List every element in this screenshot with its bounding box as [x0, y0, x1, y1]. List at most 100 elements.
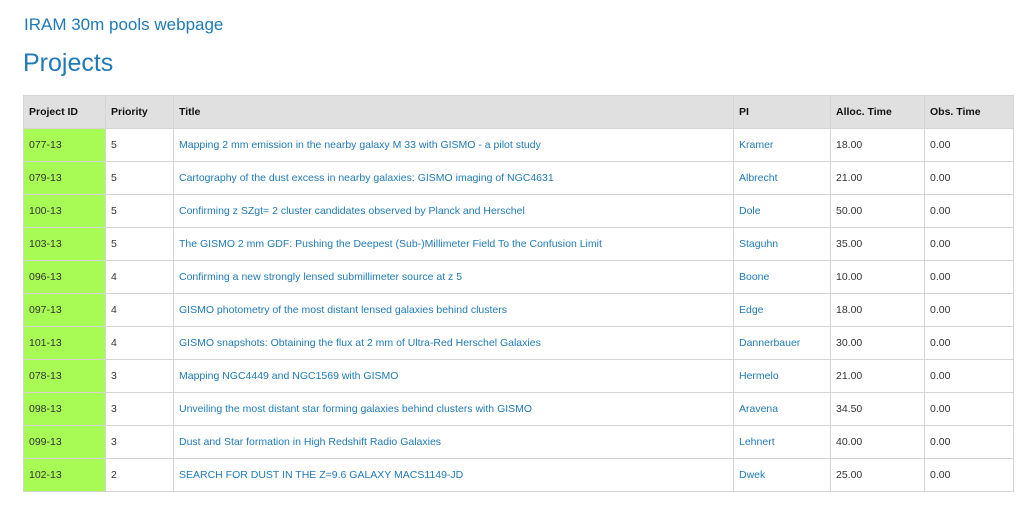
table-row: 097-13 4 GISMO photometry of the most di… — [23, 293, 1014, 327]
pi-cell: Albrecht — [733, 161, 831, 195]
table-row: 077-13 5 Mapping 2 mm emission in the ne… — [23, 128, 1014, 162]
title-cell: The GISMO 2 mm GDF: Pushing the Deepest … — [173, 227, 734, 261]
pi-link[interactable]: Edge — [739, 304, 764, 316]
priority-cell: 5 — [105, 161, 174, 195]
project-id-cell: 101-13 — [23, 326, 106, 360]
pi-link[interactable]: Dannerbauer — [739, 337, 800, 349]
title-cell: GISMO snapshots: Obtaining the flux at 2… — [173, 326, 734, 360]
title-cell: Confirming a new strongly lensed submill… — [173, 260, 734, 294]
priority-cell: 4 — [105, 293, 174, 327]
pi-cell: Dole — [733, 194, 831, 228]
title-cell: Unveiling the most distant star forming … — [173, 392, 734, 426]
project-title-link[interactable]: Unveiling the most distant star forming … — [179, 403, 532, 415]
project-title-link[interactable]: Mapping 2 mm emission in the nearby gala… — [179, 139, 541, 151]
pi-link[interactable]: Aravena — [739, 403, 778, 415]
title-cell: Dust and Star formation in High Redshift… — [173, 425, 734, 459]
alloc-time-cell: 35.00 — [830, 227, 925, 261]
obs-time-cell: 0.00 — [924, 425, 1014, 459]
title-cell: Mapping NGC4449 and NGC1569 with GISMO — [173, 359, 734, 393]
pi-cell: Dannerbauer — [733, 326, 831, 360]
project-title-link[interactable]: Mapping NGC4449 and NGC1569 with GISMO — [179, 370, 398, 382]
priority-cell: 4 — [105, 260, 174, 294]
alloc-time-cell: 30.00 — [830, 326, 925, 360]
alloc-time-cell: 21.00 — [830, 161, 925, 195]
pi-cell: Kramer — [733, 128, 831, 162]
project-title-link[interactable]: SEARCH FOR DUST IN THE Z=9.6 GALAXY MACS… — [179, 469, 463, 481]
alloc-time-cell: 10.00 — [830, 260, 925, 294]
pi-link[interactable]: Boone — [739, 271, 769, 283]
table-row: 101-13 4 GISMO snapshots: Obtaining the … — [23, 326, 1014, 360]
pi-cell: Edge — [733, 293, 831, 327]
column-header-obs-time[interactable]: Obs. Time — [924, 95, 1014, 129]
table-row: 100-13 5 Confirming z SZgt= 2 cluster ca… — [23, 194, 1014, 228]
project-id-cell: 103-13 — [23, 227, 106, 261]
project-id-cell: 099-13 — [23, 425, 106, 459]
obs-time-cell: 0.00 — [924, 260, 1014, 294]
projects-table: Project ID Priority Title PI Alloc. Time… — [23, 95, 1014, 492]
pi-cell: Aravena — [733, 392, 831, 426]
column-header-pi[interactable]: PI — [733, 95, 831, 129]
priority-cell: 3 — [105, 359, 174, 393]
priority-cell: 3 — [105, 425, 174, 459]
pi-cell: Boone — [733, 260, 831, 294]
title-cell: Cartography of the dust excess in nearby… — [173, 161, 734, 195]
project-title-link[interactable]: GISMO snapshots: Obtaining the flux at 2… — [179, 337, 541, 349]
alloc-time-cell: 40.00 — [830, 425, 925, 459]
page-title: Projects — [23, 49, 114, 77]
project-id-cell: 079-13 — [23, 161, 106, 195]
project-title-link[interactable]: GISMO photometry of the most distant len… — [179, 304, 507, 316]
priority-cell: 5 — [105, 128, 174, 162]
pi-cell: Lehnert — [733, 425, 831, 459]
pi-cell: Staguhn — [733, 227, 831, 261]
pi-cell: Hermelo — [733, 359, 831, 393]
obs-time-cell: 0.00 — [924, 161, 1014, 195]
table-row: 096-13 4 Confirming a new strongly lense… — [23, 260, 1014, 294]
title-cell: Confirming z SZgt= 2 cluster candidates … — [173, 194, 734, 228]
obs-time-cell: 0.00 — [924, 227, 1014, 261]
pi-link[interactable]: Hermelo — [739, 370, 779, 382]
alloc-time-cell: 34.50 — [830, 392, 925, 426]
pi-link[interactable]: Kramer — [739, 139, 773, 151]
obs-time-cell: 0.00 — [924, 293, 1014, 327]
project-id-cell: 098-13 — [23, 392, 106, 426]
project-id-cell: 077-13 — [23, 128, 106, 162]
project-id-cell: 078-13 — [23, 359, 106, 393]
priority-cell: 5 — [105, 227, 174, 261]
pi-link[interactable]: Dwek — [739, 469, 765, 481]
alloc-time-cell: 18.00 — [830, 293, 925, 327]
table-row: 103-13 5 The GISMO 2 mm GDF: Pushing the… — [23, 227, 1014, 261]
pi-link[interactable]: Lehnert — [739, 436, 775, 448]
priority-cell: 2 — [105, 458, 174, 492]
site-title-link[interactable]: IRAM 30m pools webpage — [24, 14, 223, 36]
obs-time-cell: 0.00 — [924, 194, 1014, 228]
obs-time-cell: 0.00 — [924, 458, 1014, 492]
pi-link[interactable]: Dole — [739, 205, 761, 217]
project-title-link[interactable]: Confirming a new strongly lensed submill… — [179, 271, 462, 283]
priority-cell: 5 — [105, 194, 174, 228]
title-cell: Mapping 2 mm emission in the nearby gala… — [173, 128, 734, 162]
project-title-link[interactable]: Dust and Star formation in High Redshift… — [179, 436, 441, 448]
obs-time-cell: 0.00 — [924, 128, 1014, 162]
alloc-time-cell: 18.00 — [830, 128, 925, 162]
project-title-link[interactable]: Cartography of the dust excess in nearby… — [179, 172, 554, 184]
project-id-cell: 102-13 — [23, 458, 106, 492]
table-header-row: Project ID Priority Title PI Alloc. Time… — [23, 95, 1014, 129]
column-header-project-id[interactable]: Project ID — [23, 95, 106, 129]
table-row: 078-13 3 Mapping NGC4449 and NGC1569 wit… — [23, 359, 1014, 393]
project-title-link[interactable]: The GISMO 2 mm GDF: Pushing the Deepest … — [179, 238, 602, 250]
project-id-cell: 100-13 — [23, 194, 106, 228]
pi-link[interactable]: Albrecht — [739, 172, 778, 184]
alloc-time-cell: 25.00 — [830, 458, 925, 492]
column-header-title[interactable]: Title — [173, 95, 734, 129]
title-cell: SEARCH FOR DUST IN THE Z=9.6 GALAXY MACS… — [173, 458, 734, 492]
pi-link[interactable]: Staguhn — [739, 238, 778, 250]
table-row: 099-13 3 Dust and Star formation in High… — [23, 425, 1014, 459]
pi-cell: Dwek — [733, 458, 831, 492]
obs-time-cell: 0.00 — [924, 392, 1014, 426]
table-row: 102-13 2 SEARCH FOR DUST IN THE Z=9.6 GA… — [23, 458, 1014, 492]
table-row: 079-13 5 Cartography of the dust excess … — [23, 161, 1014, 195]
column-header-priority[interactable]: Priority — [105, 95, 174, 129]
project-title-link[interactable]: Confirming z SZgt= 2 cluster candidates … — [179, 205, 525, 217]
alloc-time-cell: 21.00 — [830, 359, 925, 393]
column-header-alloc-time[interactable]: Alloc. Time — [830, 95, 925, 129]
